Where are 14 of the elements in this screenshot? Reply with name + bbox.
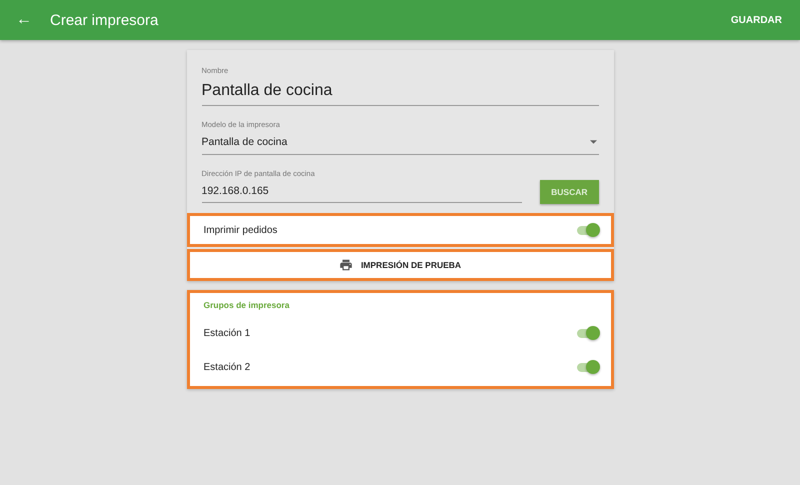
printer-icon: [338, 258, 353, 272]
screen-title: Crear impresora: [50, 12, 160, 28]
caret-icon: [590, 140, 596, 144]
name-field[interactable]: Pantalla de cocina: [202, 80, 598, 106]
group-label: Estación 2: [204, 362, 250, 372]
model-dropdown[interactable]: Pantalla de cocina: [202, 134, 598, 155]
toggle-switch[interactable]: [576, 328, 596, 338]
group-label: Estación 1: [204, 328, 250, 338]
ip-field[interactable]: 192.168.0.165: [202, 183, 522, 203]
row-label: Imprimir pedidos: [204, 224, 278, 236]
section-title: Grupos de impresora: [204, 300, 290, 310]
toggle-switch[interactable]: [576, 226, 596, 234]
test-print-button[interactable]: IMPRESIÓN DE PRUEBA: [186, 249, 614, 281]
toggle-switch[interactable]: [576, 362, 596, 372]
